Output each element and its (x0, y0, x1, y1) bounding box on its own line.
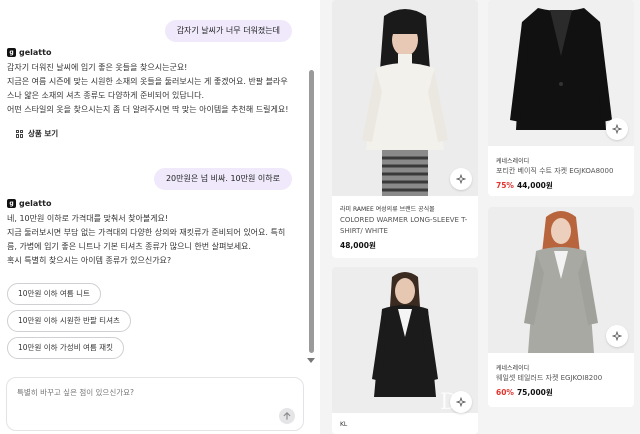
bot-message: 네, 10만원 이하로 가격대를 맞춰서 찾아볼게요! 지금 둘러보시면 부담 … (7, 212, 307, 268)
product-brand: KL (340, 421, 348, 428)
product-panel: 라미 RAMEE 여성의류 브랜드 공식몰 COLORED WARMER LON… (320, 0, 640, 434)
bot-message-line: 네, 10만원 이하로 가격대를 맞춰서 찾아볼게요! (7, 214, 169, 223)
scroll-down-icon[interactable] (307, 358, 315, 363)
bot-message-line: 어떤 스타일의 옷을 찾으시는지 좀 더 알려주시면 딱 맞는 아이템을 추천해… (7, 105, 289, 114)
suggestion-chip[interactable]: 10만원 이하 여름 니트 (7, 283, 101, 305)
product-card[interactable]: 케네스레이디 웨일셋 테일러드 자켓 EGJKOI8200 60% 75,000원 (488, 207, 634, 407)
gelatto-logo-icon: g (7, 199, 16, 208)
grid-icon (16, 129, 24, 138)
bot-name: gelatto (19, 199, 52, 208)
view-products-link[interactable]: 상품 보기 (16, 128, 58, 139)
product-card[interactable]: 케네스레이디 포티칸 베이직 수트 자켓 EGJKOA8000 75% 44,00… (488, 0, 634, 196)
product-price-value: 75,000원 (516, 388, 553, 397)
product-name: COLORED WARMER LONG-SLEEVE T-SHIRT/ WHIT… (340, 216, 468, 235)
ai-sparkle-button[interactable] (606, 325, 628, 347)
sparkle-icon (612, 331, 622, 341)
product-discount: 60% (496, 388, 514, 397)
product-price: 75% 44,000원 (496, 180, 553, 191)
product-price-value: 48,000원 (340, 241, 376, 250)
suggestion-chip[interactable]: 10만원 이하 가성비 여름 재킷 (7, 337, 124, 359)
product-brand: 케네스레이디 (496, 365, 530, 372)
chat-panel: 갑자기 날씨가 너무 더워졌는데 g gelatto 갑자기 더워진 날씨에 입… (0, 0, 320, 434)
product-price: 60% 75,000원 (496, 387, 553, 398)
product-card[interactable]: 라미 RAMEE 여성의류 브랜드 공식몰 COLORED WARMER LON… (332, 0, 478, 258)
bot-message-line: 지금 둘러보시면 부담 없는 가격대의 다양한 상의와 재킷류가 준비되어 있어… (7, 228, 286, 237)
bot-header: g gelatto (7, 48, 51, 57)
bot-name: gelatto (19, 48, 52, 57)
product-discount: 75% (496, 181, 514, 190)
chat-history[interactable]: 갑자기 날씨가 너무 더워졌는데 g gelatto 갑자기 더워진 날씨에 입… (0, 0, 312, 370)
user-message: 20만원은 넘 비싸. 10만원 이하로 (153, 168, 292, 190)
sparkle-icon (612, 124, 622, 134)
product-image (332, 0, 478, 196)
product-brand: 라미 RAMEE 여성의류 브랜드 공식몰 (340, 206, 435, 213)
ai-sparkle-button[interactable] (450, 168, 472, 190)
bot-message-line: 갑자기 더워진 날씨에 입기 좋은 옷들을 찾으시는군요! (7, 63, 188, 72)
product-brand: 케네스레이디 (496, 158, 530, 165)
bot-message: 갑자기 더워진 날씨에 입기 좋은 옷들을 찾으시는군요! 지금은 여름 시즌에… (7, 61, 307, 117)
product-price-value: 44,000원 (516, 181, 553, 190)
bot-message-line: 스나 얇은 소재의 셔츠 종류도 다양하게 준비되어 있답니다. (7, 91, 204, 100)
user-message: 갑자기 날씨가 너무 더워졌는데 (164, 20, 292, 42)
send-button[interactable] (279, 408, 295, 424)
user-message-text: 갑자기 날씨가 너무 더워졌는데 (176, 26, 280, 35)
product-name: 웨일셋 테일러드 자켓 EGJKOI8200 (496, 374, 603, 382)
gelatto-logo-icon: g (7, 48, 16, 57)
chat-input[interactable] (17, 388, 257, 397)
product-name: 포티칸 베이직 수트 자켓 EGJKOA8000 (496, 167, 614, 175)
ai-sparkle-button[interactable] (606, 118, 628, 140)
ai-sparkle-button[interactable] (450, 391, 472, 413)
bot-header: g gelatto (7, 199, 51, 208)
bot-message-line: 름, 가볍에 입기 좋은 니트나 기본 티셔츠 종류가 많으니 한번 살펴보세요… (7, 242, 251, 251)
user-message-text: 20만원은 넘 비싸. 10만원 이하로 (165, 174, 280, 183)
bot-message-line: 혹시 특별히 찾으시는 아이템 종류가 있으신가요? (7, 256, 172, 265)
chat-composer (6, 377, 304, 431)
sparkle-icon (456, 397, 466, 407)
sparkle-icon (456, 174, 466, 184)
bot-message-line: 지금은 여름 시즌에 맞는 시원한 소재의 옷들을 둘러보시는 게 좋겠어요. … (7, 77, 288, 86)
product-card[interactable]: D KL (332, 267, 478, 434)
product-price: 48,000원 (340, 240, 376, 251)
model-white-knit-image (332, 0, 478, 196)
view-products-label: 상품 보기 (28, 129, 59, 138)
arrow-up-icon (283, 412, 291, 420)
chat-scrollbar-thumb[interactable] (309, 70, 314, 353)
suggestion-chip[interactable]: 10만원 이하 시원한 반팔 티셔츠 (7, 310, 131, 332)
